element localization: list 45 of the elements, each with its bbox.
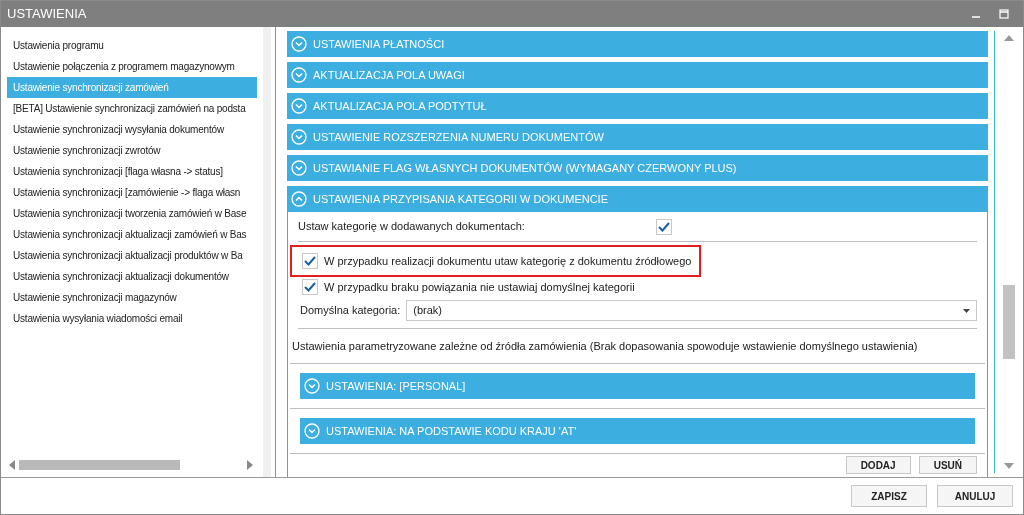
checkmark-icon <box>304 256 316 266</box>
sidebar-item[interactable]: Ustawienia synchronizacji aktualizacji zamówień w Bas <box>7 224 257 245</box>
scroll-thumb[interactable] <box>1003 285 1015 359</box>
chevron-down-icon <box>291 129 307 145</box>
checkbox[interactable] <box>302 253 318 269</box>
checkbox[interactable] <box>656 218 672 235</box>
sidebar-item[interactable]: Ustawienie synchronizacji wysyłania dokumentów <box>7 119 257 140</box>
note-text: Ustawienia parametryzowane zależne od źródła zamówienia (Brak dopasowania spowoduje wstawienie domyślnego ustawienia) <box>292 338 918 354</box>
scroll-down-icon[interactable] <box>1004 463 1014 469</box>
sidebar-item[interactable]: Ustawienie synchronizacji zwrotów <box>7 140 257 161</box>
sidebar-item[interactable]: Ustawienie połączenia z programem magazynowym <box>7 56 257 77</box>
option-label: W przypadku realizacji dokumentu utaw kategorię z dokumentu źródłowego <box>324 253 692 269</box>
action-button[interactable]: USUŃ <box>918 456 977 474</box>
checkmark-icon <box>658 221 670 232</box>
scroll-right-icon[interactable] <box>247 460 253 470</box>
sidebar-item[interactable]: Ustawienia synchronizacji [zamówienie -> flaga własn <box>7 182 257 203</box>
chevron-down-icon <box>291 67 307 83</box>
option-label: W przypadku braku powiązania nie ustawiaj domyślnej kategorii <box>324 279 635 295</box>
sidebar-item[interactable]: Ustawienia synchronizacji aktualizacji produktów w Ba <box>7 245 257 266</box>
footer-button[interactable]: ANULUJ <box>937 485 1013 507</box>
window-title: USTAWIENIA <box>7 5 87 24</box>
checkbox[interactable] <box>302 279 318 295</box>
sidebar-item[interactable]: Ustawienia synchronizacji aktualizacji dokumentów <box>7 266 257 287</box>
chevron-down-icon <box>304 378 320 394</box>
sidebar-item[interactable]: [BETA] Ustawienie synchronizacji zamówień na podsta <box>7 98 257 119</box>
sidebar-item[interactable]: Ustawienia synchronizacji tworzenia zamówień w Base <box>7 203 257 224</box>
chevron-up-icon <box>291 191 307 207</box>
sidebar-item[interactable]: Ustawienie synchronizacji magazynów <box>7 287 257 308</box>
sidebar-item[interactable]: Ustawienia programu <box>7 35 257 56</box>
checkmark-icon <box>304 282 316 292</box>
category-dropdown[interactable]: (brak) <box>406 300 977 321</box>
option-label: Ustaw kategorię w dodawanych dokumentach: <box>298 219 526 235</box>
dropdown-label: Domyślna kategoria: <box>299 303 402 319</box>
dropdown-arrow-icon <box>963 308 970 313</box>
scroll-left-icon[interactable] <box>9 460 15 470</box>
maximize-icon[interactable] <box>999 9 1009 19</box>
action-button[interactable]: DODAJ <box>845 456 911 474</box>
scroll-up-icon[interactable] <box>1004 35 1014 41</box>
chevron-down-icon <box>291 36 307 52</box>
chevron-down-icon <box>291 98 307 114</box>
chevron-down-icon <box>291 160 307 176</box>
chevron-down-icon <box>304 423 320 439</box>
sidebar-item[interactable]: Ustawienia synchronizacji [flaga własna -> status] <box>7 161 257 182</box>
sidebar-item[interactable]: Ustawienia wysyłania wiadomości email <box>7 308 257 329</box>
footer-button[interactable]: ZAPISZ <box>851 485 927 507</box>
